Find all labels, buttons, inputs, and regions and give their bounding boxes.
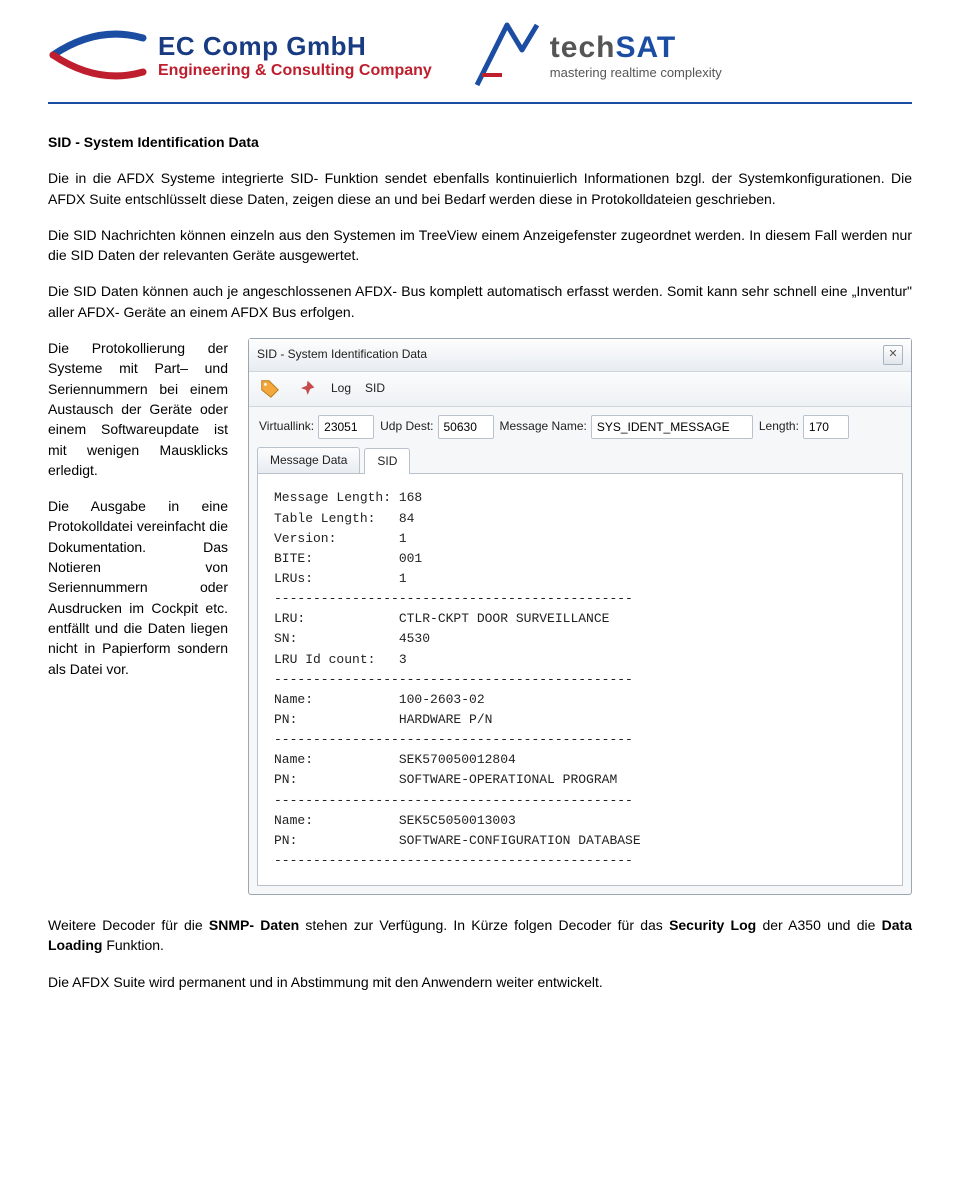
tab-sid[interactable]: SID bbox=[364, 448, 410, 474]
paragraph-3: Die SID Daten können auch je angeschloss… bbox=[48, 281, 912, 322]
msgname-input[interactable] bbox=[591, 415, 753, 439]
toolbar-log-label[interactable]: Log bbox=[331, 380, 351, 397]
virtuallink-input[interactable] bbox=[318, 415, 374, 439]
tabs: Message Data SID bbox=[249, 447, 911, 473]
tag-icon[interactable] bbox=[259, 378, 281, 400]
msgname-label: Message Name: bbox=[500, 418, 587, 435]
header-divider bbox=[48, 102, 912, 104]
footer-paragraph-1: Weitere Decoder für die SNMP- Daten steh… bbox=[48, 915, 912, 956]
virtuallink-label: Virtuallink: bbox=[259, 418, 314, 435]
length-input[interactable] bbox=[803, 415, 849, 439]
techsat-mark-icon bbox=[472, 20, 542, 90]
udpdest-input[interactable] bbox=[438, 415, 494, 439]
ec-comp-sub: Engineering & Consulting Company bbox=[158, 62, 432, 80]
paragraph-left-2: Die Ausgabe in eine Protokolldatei verei… bbox=[48, 496, 228, 679]
ec-comp-name: EC Comp GmbH bbox=[158, 31, 432, 62]
logo-ec-comp: EC Comp GmbH Engineering & Consulting Co… bbox=[48, 20, 432, 90]
paragraph-left-1: Die Protokollierung der Systeme mit Part… bbox=[48, 338, 228, 480]
window-title: SID - System Identification Data bbox=[257, 346, 427, 363]
window-titlebar: SID - System Identification Data ✕ bbox=[249, 339, 911, 372]
logo-techsat: techSAT mastering realtime complexity bbox=[472, 20, 722, 90]
page-header: EC Comp GmbH Engineering & Consulting Co… bbox=[48, 20, 912, 90]
paragraph-1: Die in die AFDX Systeme integrierte SID-… bbox=[48, 168, 912, 209]
length-label: Length: bbox=[759, 418, 799, 435]
sid-window: SID - System Identification Data ✕ Log S… bbox=[248, 338, 912, 895]
sid-data-body: Message Length: 168 Table Length: 84 Ver… bbox=[257, 473, 903, 886]
techsat-name: techSAT bbox=[550, 31, 722, 65]
fields-row: Virtuallink: Udp Dest: Message Name: Len… bbox=[249, 407, 911, 447]
window-toolbar: Log SID bbox=[249, 372, 911, 407]
techsat-sub: mastering realtime complexity bbox=[550, 65, 722, 80]
close-icon[interactable]: ✕ bbox=[883, 345, 903, 365]
section-heading: SID - System Identification Data bbox=[48, 132, 912, 152]
footer-paragraph-2: Die AFDX Suite wird permanent und in Abs… bbox=[48, 972, 912, 992]
pin-icon[interactable] bbox=[295, 378, 317, 400]
udpdest-label: Udp Dest: bbox=[380, 418, 433, 435]
paragraph-2: Die SID Nachrichten können einzeln aus d… bbox=[48, 225, 912, 266]
swirl-icon bbox=[48, 20, 148, 90]
toolbar-sid-label[interactable]: SID bbox=[365, 380, 385, 397]
tab-message-data[interactable]: Message Data bbox=[257, 447, 360, 473]
